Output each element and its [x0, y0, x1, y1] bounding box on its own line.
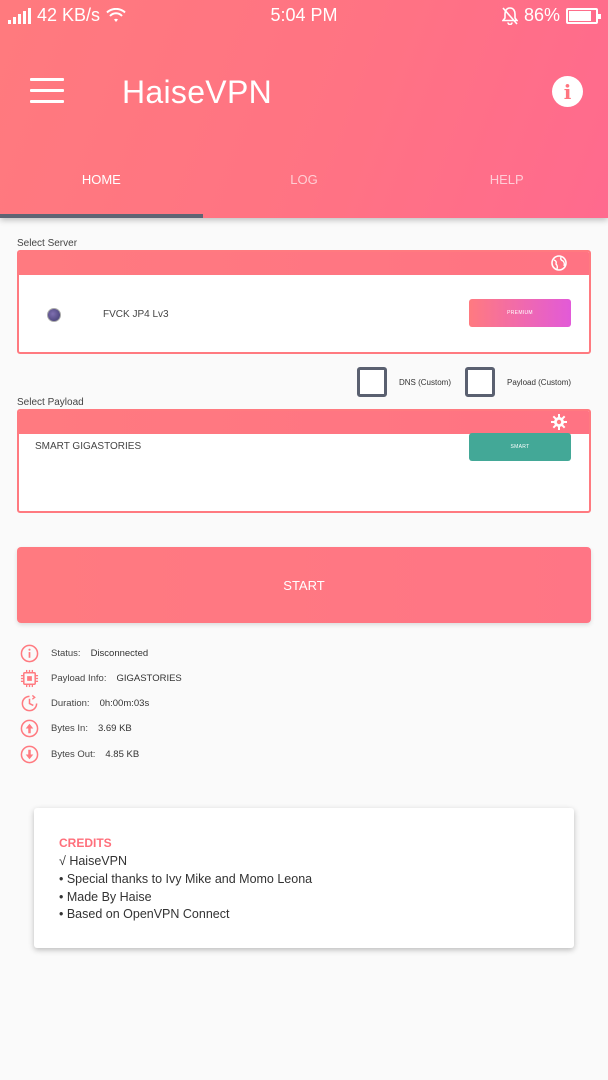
tab-log[interactable]: LOG — [203, 160, 406, 218]
payload-selector-card[interactable]: SMART GIGASTORIES SMART — [17, 409, 591, 513]
credits-line: • Made By Haise — [59, 889, 152, 904]
server-name: FVCK JP4 Lv3 — [103, 309, 169, 320]
duration-value: 0h:00m:03s — [99, 697, 150, 709]
credits-line: √ HaiseVPN — [59, 854, 127, 868]
select-server-label: Select Server — [17, 238, 78, 249]
premium-badge: PREMIUM — [469, 299, 571, 327]
status-value: Disconnected — [90, 647, 149, 659]
bytes-in-value: 3.69 KB — [97, 722, 132, 734]
start-button[interactable]: START — [17, 547, 591, 623]
payload-custom-option: Payload (Custom) — [465, 367, 571, 397]
dns-custom-option: DNS (Custom) — [357, 367, 451, 397]
battery-icon — [566, 7, 601, 24]
payload-info-row: Payload Info: GIGASTORIES — [20, 668, 182, 688]
chip-icon — [20, 669, 39, 687]
server-card-header — [19, 252, 589, 275]
credits-line: • Based on OpenVPN Connect — [59, 907, 230, 922]
payload-custom-checkbox[interactable] — [465, 367, 495, 397]
duration-label: Duration: — [51, 697, 90, 709]
tab-bar: HOME LOG HELP — [0, 160, 608, 218]
status-bar-right: 86% — [501, 5, 601, 26]
dns-custom-checkbox[interactable] — [357, 367, 387, 397]
select-payload-label: Select Payload — [17, 397, 84, 408]
payload-info-value: GIGASTORIES — [116, 672, 182, 684]
arrow-down-icon — [20, 745, 39, 763]
credits-card: CREDITS √ HaiseVPN • Special thanks to I… — [34, 808, 574, 948]
info-icon — [20, 644, 39, 662]
status-row: Status: Disconnected — [20, 643, 148, 663]
payload-info-label: Payload Info: — [51, 672, 107, 684]
dns-custom-label: DNS (Custom) — [399, 377, 452, 387]
battery-percent: 86% — [523, 5, 560, 25]
status-bar: 42 KB/s 5:04 PM 86% — [0, 0, 608, 32]
gear-icon[interactable] — [551, 414, 567, 430]
globe-icon[interactable] — [551, 255, 567, 271]
payload-card-header — [19, 411, 589, 434]
server-selector-card[interactable]: FVCK JP4 Lv3 PREMIUM — [17, 250, 591, 354]
tab-help[interactable]: HELP — [405, 160, 608, 218]
info-icon[interactable]: i — [552, 76, 583, 107]
tab-indicator — [0, 214, 203, 218]
menu-icon[interactable] — [30, 78, 64, 104]
smart-badge: SMART — [469, 433, 571, 461]
duration-row: Duration: 0h:00m:03s — [20, 693, 149, 713]
bytes-in-label: Bytes In: — [51, 722, 88, 734]
server-flag-icon — [47, 308, 61, 322]
bytes-out-label: Bytes Out: — [51, 748, 96, 760]
tab-home[interactable]: HOME — [0, 160, 203, 218]
bell-off-icon — [501, 6, 518, 25]
payload-custom-label: Payload (Custom) — [507, 377, 572, 387]
app-title: HaiseVPN — [122, 74, 273, 110]
credits-line: • Special thanks to Ivy Mike and Momo Le… — [59, 871, 313, 886]
app-root: 42 KB/s 5:04 PM 86% HaiseVPN i HOME LOG … — [0, 0, 608, 1080]
status-label: Status: — [51, 647, 81, 659]
app-header: 42 KB/s 5:04 PM 86% HaiseVPN i HOME LOG … — [0, 0, 608, 218]
arrow-up-icon — [20, 719, 39, 737]
bytes-out-value: 4.85 KB — [105, 748, 140, 760]
payload-name: SMART GIGASTORIES — [35, 441, 142, 452]
clock-icon — [21, 694, 38, 711]
bytes-in-row: Bytes In: 3.69 KB — [20, 718, 132, 738]
credits-title: CREDITS — [59, 836, 112, 850]
bytes-out-row: Bytes Out: 4.85 KB — [20, 744, 139, 764]
